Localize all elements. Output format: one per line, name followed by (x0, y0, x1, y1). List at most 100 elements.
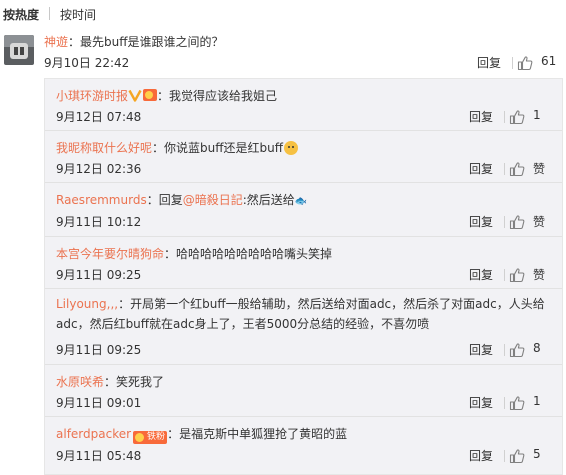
reply-text: 我觉得应该给我姐己 (169, 89, 278, 103)
reply-time: 9月11日 09:25 (56, 268, 142, 282)
reply-actions: 回复 赞 (465, 213, 555, 233)
reply-text: 你说蓝buff还是红buff (164, 141, 284, 155)
reply-item: 小琪环游时报 ：我觉得应该给我姐己 9月12日 07:48 回复 1 (45, 79, 562, 131)
action-divider (504, 344, 505, 356)
like-label: 赞 (533, 268, 546, 282)
like-count: 5 (533, 447, 541, 461)
reply-line: Lilyoung,,,：开局第一个红buff一般给辅助，然后送给对面adc，然后… (56, 294, 551, 334)
reply-button[interactable]: 回复 (477, 54, 501, 71)
reply-time: 9月11日 10:12 (56, 215, 142, 229)
like-button[interactable]: 61 (517, 54, 559, 72)
reply-item: Lilyoung,,,：开局第一个红buff一般给辅助，然后送给对面adc，然后… (45, 289, 562, 365)
like-button[interactable]: 1 (509, 394, 551, 412)
thumbs-up-icon (517, 56, 533, 71)
comment-author[interactable]: 神遊 (44, 35, 68, 49)
reply-actions: 回复 赞 (465, 266, 555, 286)
reply-author[interactable]: alferdpacker (56, 427, 131, 441)
reply-line: 我昵称取什么好呢：你说蓝buff还是红buff (56, 138, 551, 158)
sort-by-time-tab[interactable]: 按时间 (60, 6, 96, 23)
thumbs-up-icon (509, 343, 525, 358)
avatar[interactable] (4, 35, 34, 65)
like-button[interactable]: 赞 (509, 160, 551, 178)
thumbs-up-icon (509, 268, 525, 283)
main-comment-line: 神遊：最先buff是谁跟谁之间的？ (44, 33, 224, 50)
reply-list: 小琪环游时报 ：我觉得应该给我姐己 9月12日 07:48 回复 1 我昵称取什么… (44, 78, 563, 475)
like-button[interactable]: 赞 (509, 266, 551, 284)
sort-by-hot-tab[interactable]: 按热度 (3, 6, 39, 23)
reply-line: 小琪环游时报 ：我觉得应该给我姐己 (56, 86, 551, 106)
like-button[interactable]: 赞 (509, 213, 551, 231)
main-comment: 神遊：最先buff是谁跟谁之间的？ 9月10日 22:42 回复 61 (0, 28, 566, 78)
reply-author[interactable]: 我昵称取什么好呢 (56, 141, 152, 155)
separator: ： (146, 193, 159, 207)
reply-text: 哈哈哈哈哈哈哈哈哈嘴头笑掉 (176, 247, 333, 261)
reply-time: 9月11日 09:01 (56, 396, 142, 410)
like-button[interactable]: 8 (509, 341, 551, 359)
reply-time: 9月12日 07:48 (56, 110, 142, 124)
vip-v-icon (128, 89, 142, 102)
like-button[interactable]: 1 (509, 108, 551, 126)
reply-author[interactable]: 水原咲希 (56, 375, 104, 389)
reply-item: 本宫今年要尔晴狗命：哈哈哈哈哈哈哈哈哈嘴头笑掉 9月11日 09:25 回复 赞 (45, 237, 562, 289)
separator: ： (104, 375, 117, 389)
action-divider (504, 216, 505, 228)
reply-text: 笑死我了 (116, 375, 165, 389)
reply-item: alferdpacker 铁粉 ：是福克斯中单狐狸抢了黄昭的蓝 9月11日 05:4… (45, 417, 562, 474)
reply-button[interactable]: 回复 (469, 341, 493, 358)
thumbs-up-icon (509, 110, 525, 125)
action-divider (504, 163, 505, 175)
reply-item: 水原咲希：笑死我了 9月11日 09:01 回复 1 (45, 365, 562, 417)
reply-line: 水原咲希：笑死我了 (56, 372, 551, 392)
reply-actions: 回复 赞 (465, 160, 555, 180)
sort-divider (49, 7, 50, 20)
separator: ： (152, 141, 165, 155)
separator: ： (157, 89, 170, 103)
reply-author[interactable]: 小琪环游时报 (56, 89, 128, 103)
fish-emoji-icon: 🐟 (294, 196, 308, 207)
like-count: 1 (533, 394, 541, 408)
reply-actions: 回复 1 (465, 394, 555, 414)
like-count: 1 (533, 108, 541, 122)
reply-prefix: 回复 (158, 193, 183, 207)
reply-button[interactable]: 回复 (469, 447, 493, 464)
like-button[interactable]: 5 (509, 447, 551, 465)
reply-button[interactable]: 回复 (469, 160, 493, 177)
like-label: 赞 (533, 215, 546, 229)
fan-badge-icon[interactable]: 铁粉 (133, 431, 168, 444)
separator: ： (164, 247, 177, 261)
cat-emoji-icon (284, 141, 299, 155)
comment-actions: 回复 61 (473, 54, 563, 74)
reply-author[interactable]: Lilyoung,,, (56, 297, 118, 311)
reply-button[interactable]: 回复 (469, 213, 493, 230)
mention-link[interactable]: @暗殺日記 (183, 193, 243, 207)
comment-text: 最先buff是谁跟谁之间的？ (80, 35, 224, 49)
sort-bar: 按热度 按时间 (0, 0, 566, 28)
reply-line: 本宫今年要尔晴狗命：哈哈哈哈哈哈哈哈哈嘴头笑掉 (56, 244, 551, 264)
reply-author[interactable]: Raesremmurds (56, 193, 147, 207)
reply-line: alferdpacker 铁粉 ：是福克斯中单狐狸抢了黄昭的蓝 (56, 424, 551, 444)
action-divider (504, 450, 505, 462)
separator: ： (118, 297, 131, 311)
reply-time: 9月11日 05:48 (56, 449, 142, 463)
reply-actions: 回复 1 (465, 108, 555, 128)
thumbs-up-icon (509, 449, 525, 464)
comment-time: 9月10日 22:42 (44, 56, 130, 70)
reply-button[interactable]: 回复 (469, 108, 493, 125)
reply-actions: 回复 8 (465, 341, 555, 361)
reply-text: 是福克斯中单狐狸抢了黄昭的蓝 (179, 427, 348, 441)
reply-item: 我昵称取什么好呢：你说蓝buff还是红buff 9月12日 02:36 回复 赞 (45, 131, 562, 183)
reply-button[interactable]: 回复 (469, 394, 493, 411)
reply-author[interactable]: 本宫今年要尔晴狗命 (56, 247, 164, 261)
thumbs-up-icon (509, 396, 525, 411)
action-divider (504, 111, 505, 123)
action-divider (504, 269, 505, 281)
reply-actions: 回复 5 (465, 447, 555, 467)
reply-text: 开局第一个红buff一般给辅助，然后送给对面adc，然后杀了对面adc，人头给a… (56, 297, 545, 331)
thumbs-up-icon (509, 162, 525, 177)
fan-badge-icon (143, 89, 158, 101)
reply-button[interactable]: 回复 (469, 266, 493, 283)
reply-item: Raesremmurds：回复@暗殺日記:然后送给🐟 9月11日 10:12 回… (45, 183, 562, 237)
reply-line: Raesremmurds：回复@暗殺日記:然后送给🐟 (56, 190, 551, 212)
separator: ： (68, 35, 81, 49)
like-count: 61 (541, 54, 557, 68)
